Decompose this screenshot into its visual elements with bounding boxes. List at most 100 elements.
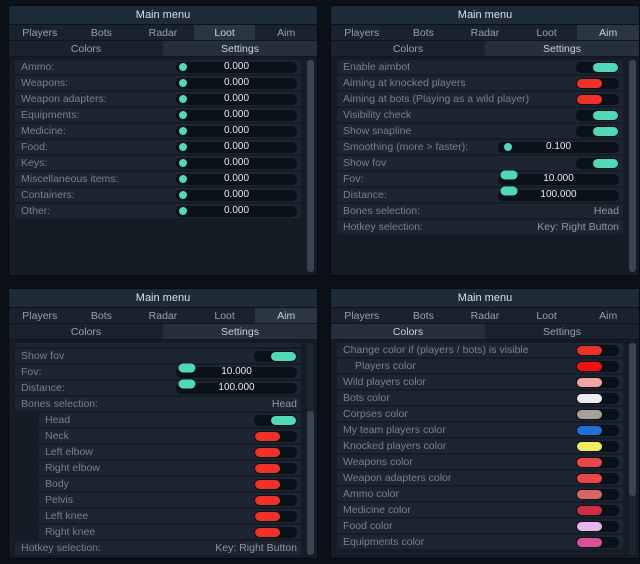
subtab-settings[interactable]: Settings	[163, 41, 317, 56]
tab-aim[interactable]: Aim	[255, 308, 317, 323]
tab-aim[interactable]: Aim	[577, 25, 639, 40]
row-wild-players-color[interactable]: Wild players color	[337, 375, 623, 389]
slider-fov[interactable]: 10.000	[176, 367, 297, 378]
toggle-left-knee[interactable]	[254, 511, 297, 522]
tab-aim[interactable]: Aim	[255, 25, 317, 40]
slider-weapons[interactable]: 0.000	[176, 78, 297, 89]
color-swatch-equipments-color[interactable]	[576, 537, 619, 548]
toggle-enable-aimbot[interactable]	[576, 62, 619, 73]
color-swatch-knocked-players-color[interactable]	[576, 441, 619, 452]
scrollbar-thumb[interactable]	[629, 60, 636, 272]
slider-knob[interactable]	[179, 127, 187, 135]
row-weapon-adapters-color[interactable]: Weapon adapters color	[337, 471, 623, 485]
toggle-show-fov[interactable]	[254, 351, 297, 362]
row-my-team-players-color[interactable]: My team players color	[337, 423, 623, 437]
row-weapon-adapters[interactable]: Weapon adapters:0.000	[15, 92, 301, 106]
scrollbar[interactable]	[307, 60, 314, 272]
slider-knob[interactable]	[178, 363, 195, 372]
color-swatch-bots-color[interactable]	[576, 393, 619, 404]
slider-knob[interactable]	[500, 186, 517, 195]
toggle-right-elbow[interactable]	[254, 463, 297, 474]
row-hotkey-selection[interactable]: Hotkey selection:Key: Right Button	[15, 541, 301, 555]
color-swatch-weapons-color[interactable]	[576, 457, 619, 468]
scrollbar-thumb[interactable]	[307, 60, 314, 272]
row-pelvis[interactable]: Pelvis	[39, 493, 301, 507]
subtab-settings[interactable]: Settings	[485, 41, 639, 56]
row-fov[interactable]: Fov:10.000	[337, 172, 623, 186]
color-swatch-medicine-color[interactable]	[576, 505, 619, 516]
slider-knob[interactable]	[179, 191, 187, 199]
row-food-color[interactable]: Food color	[337, 519, 623, 533]
slider-knob[interactable]	[179, 95, 187, 103]
row-medicine-color[interactable]: Medicine color	[337, 503, 623, 517]
combo-value-bones-selection[interactable]: Head	[594, 205, 619, 217]
tab-bots[interactable]: Bots	[71, 308, 133, 323]
row-bones-selection[interactable]: Bones selection:Head	[15, 397, 301, 411]
tab-bots[interactable]: Bots	[71, 25, 133, 40]
subtab-colors[interactable]: Colors	[331, 41, 485, 56]
tab-players[interactable]: Players	[331, 25, 393, 40]
row-show-fov[interactable]: Show fov	[337, 156, 623, 170]
slider-knob[interactable]	[500, 170, 517, 179]
row-medicine[interactable]: Medicine:0.000	[15, 124, 301, 138]
tab-radar[interactable]: Radar	[454, 25, 516, 40]
toggle-show-snapline[interactable]	[576, 126, 619, 137]
slider-food[interactable]: 0.000	[176, 142, 297, 153]
window-titlebar[interactable]: Main menu	[331, 6, 639, 25]
row-knocked-players-color[interactable]: Knocked players color	[337, 439, 623, 453]
row-food[interactable]: Food:0.000	[15, 140, 301, 154]
subtab-colors[interactable]: Colors	[9, 324, 163, 339]
row-distance[interactable]: Distance:100.000	[337, 188, 623, 202]
tab-players[interactable]: Players	[9, 25, 71, 40]
row-bones-selection[interactable]: Bones selection:Head	[337, 204, 623, 218]
slider-knob[interactable]	[178, 379, 195, 388]
tab-loot[interactable]: Loot	[194, 25, 256, 40]
row-right-knee[interactable]: Right knee	[39, 525, 301, 539]
slider-knob[interactable]	[179, 159, 187, 167]
row-ammo[interactable]: Ammo:0.000	[15, 60, 301, 74]
tab-loot[interactable]: Loot	[516, 308, 578, 323]
toggle-body[interactable]	[254, 479, 297, 490]
window-titlebar[interactable]: Main menu	[331, 289, 639, 308]
row-left-elbow[interactable]: Left elbow	[39, 445, 301, 459]
color-swatch-players-color[interactable]	[576, 361, 619, 372]
window-titlebar[interactable]: Main menu	[9, 289, 317, 308]
color-swatch-corpses-color[interactable]	[576, 409, 619, 420]
subtab-colors[interactable]: Colors	[9, 41, 163, 56]
row-weapons-color[interactable]: Weapons color	[337, 455, 623, 469]
tab-players[interactable]: Players	[331, 308, 393, 323]
row-body[interactable]: Body	[39, 477, 301, 491]
color-swatch-food-color[interactable]	[576, 521, 619, 532]
tab-bots[interactable]: Bots	[393, 308, 455, 323]
scrollbar-thumb[interactable]	[307, 411, 314, 555]
row-visibility-check[interactable]: Visibility check	[337, 108, 623, 122]
row-fov[interactable]: Fov:10.000	[15, 365, 301, 379]
tab-aim[interactable]: Aim	[577, 308, 639, 323]
color-swatch-weapon-adapters-color[interactable]	[576, 473, 619, 484]
tab-bots[interactable]: Bots	[393, 25, 455, 40]
toggle-neck[interactable]	[254, 431, 297, 442]
subtab-settings[interactable]: Settings	[163, 324, 317, 339]
row-head[interactable]: Head	[39, 413, 301, 427]
slider-knob[interactable]	[504, 143, 512, 151]
row-smoothing-more-faster[interactable]: Smoothing (more > faster):0.100	[337, 140, 623, 154]
tab-loot[interactable]: Loot	[516, 25, 578, 40]
row-distance[interactable]: Distance:100.000	[15, 381, 301, 395]
toggle-right-knee[interactable]	[254, 527, 297, 538]
scrollbar[interactable]	[307, 343, 314, 555]
toggle-head[interactable]	[254, 415, 297, 426]
tab-players[interactable]: Players	[9, 308, 71, 323]
slider-knob[interactable]	[179, 175, 187, 183]
slider-equipments[interactable]: 0.000	[176, 110, 297, 121]
scrollbar-thumb[interactable]	[629, 343, 636, 496]
row-weapons[interactable]: Weapons:0.000	[15, 76, 301, 90]
tab-loot[interactable]: Loot	[194, 308, 256, 323]
toggle-show-fov[interactable]	[576, 158, 619, 169]
row-aiming-at-bots-playing-as-a-wild-player[interactable]: Aiming at bots (Playing as a wild player…	[337, 92, 623, 106]
row-left-knee[interactable]: Left knee	[39, 509, 301, 523]
row-equipments-color[interactable]: Equipments color	[337, 535, 623, 549]
slider-knob[interactable]	[179, 63, 187, 71]
toggle-pelvis[interactable]	[254, 495, 297, 506]
slider-miscellaneous-items[interactable]: 0.000	[176, 174, 297, 185]
slider-knob[interactable]	[179, 111, 187, 119]
